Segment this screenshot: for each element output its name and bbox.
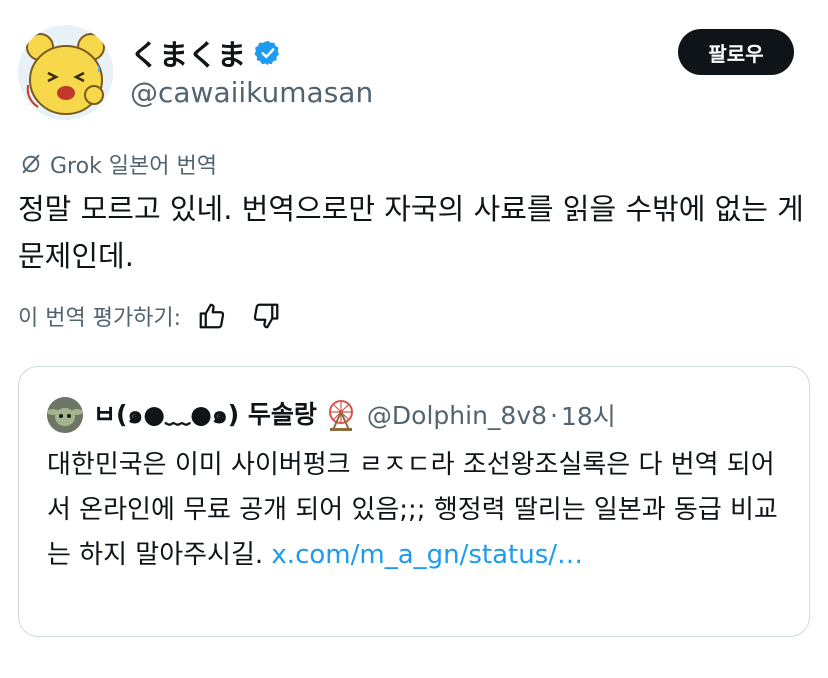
author-name[interactable]: くまくま xyxy=(130,32,282,74)
header-separator: · xyxy=(550,400,558,430)
quoted-tweet-link[interactable]: x.com/m_a_gn/status/… xyxy=(271,540,583,570)
author-avatar[interactable] xyxy=(18,25,113,120)
thumbs-up-icon[interactable] xyxy=(197,301,227,331)
quoted-tweet-time[interactable]: 18시 xyxy=(561,397,616,433)
ferris-wheel-icon xyxy=(328,400,353,431)
translated-tweet-text: 정말 모르고 있네. 번역으로만 자국의 사료를 읽을 수밖에 없는 게 문제인… xyxy=(18,192,804,273)
rate-translation-row: 이 번역 평가하기: xyxy=(18,300,281,332)
bear-avatar-icon xyxy=(18,25,113,120)
grok-icon xyxy=(22,154,40,174)
follow-button[interactable]: 팔로우 xyxy=(678,29,794,75)
verified-badge-icon xyxy=(254,40,280,66)
quoted-author-name[interactable]: ㅂ(๑●﹏●๑) 두솔랑 xyxy=(93,395,317,435)
quoted-tweet-text-block: 대한민국은 이미 사이버펑크 ㄹㅈㄷ라 조선왕조실록은 다 번역 되어서 온라인… xyxy=(47,443,792,578)
quoted-tweet-card[interactable]: ㅂ(๑●﹏●๑) 두솔랑 @Dolphin_8v8 · 18시 대한민국은 이미… xyxy=(18,366,810,637)
translation-label-row: Grok 일본어 번역 xyxy=(20,148,217,180)
quoted-tweet-header: ㅂ(๑●﹏●๑) 두솔랑 @Dolphin_8v8 · 18시 xyxy=(47,395,616,435)
rate-translation-label: 이 번역 평가하기: xyxy=(18,306,182,331)
author-handle[interactable]: @cawaiikumasan xyxy=(130,76,373,109)
translation-label: Grok 일본어 번역 xyxy=(50,154,217,179)
thumbs-down-icon[interactable] xyxy=(251,301,281,331)
author-display-name[interactable]: くまくま xyxy=(130,32,246,74)
quoted-author-handle[interactable]: @Dolphin_8v8 xyxy=(367,401,547,430)
yoda-avatar-icon xyxy=(47,397,83,433)
quoted-author-avatar[interactable] xyxy=(47,397,83,433)
